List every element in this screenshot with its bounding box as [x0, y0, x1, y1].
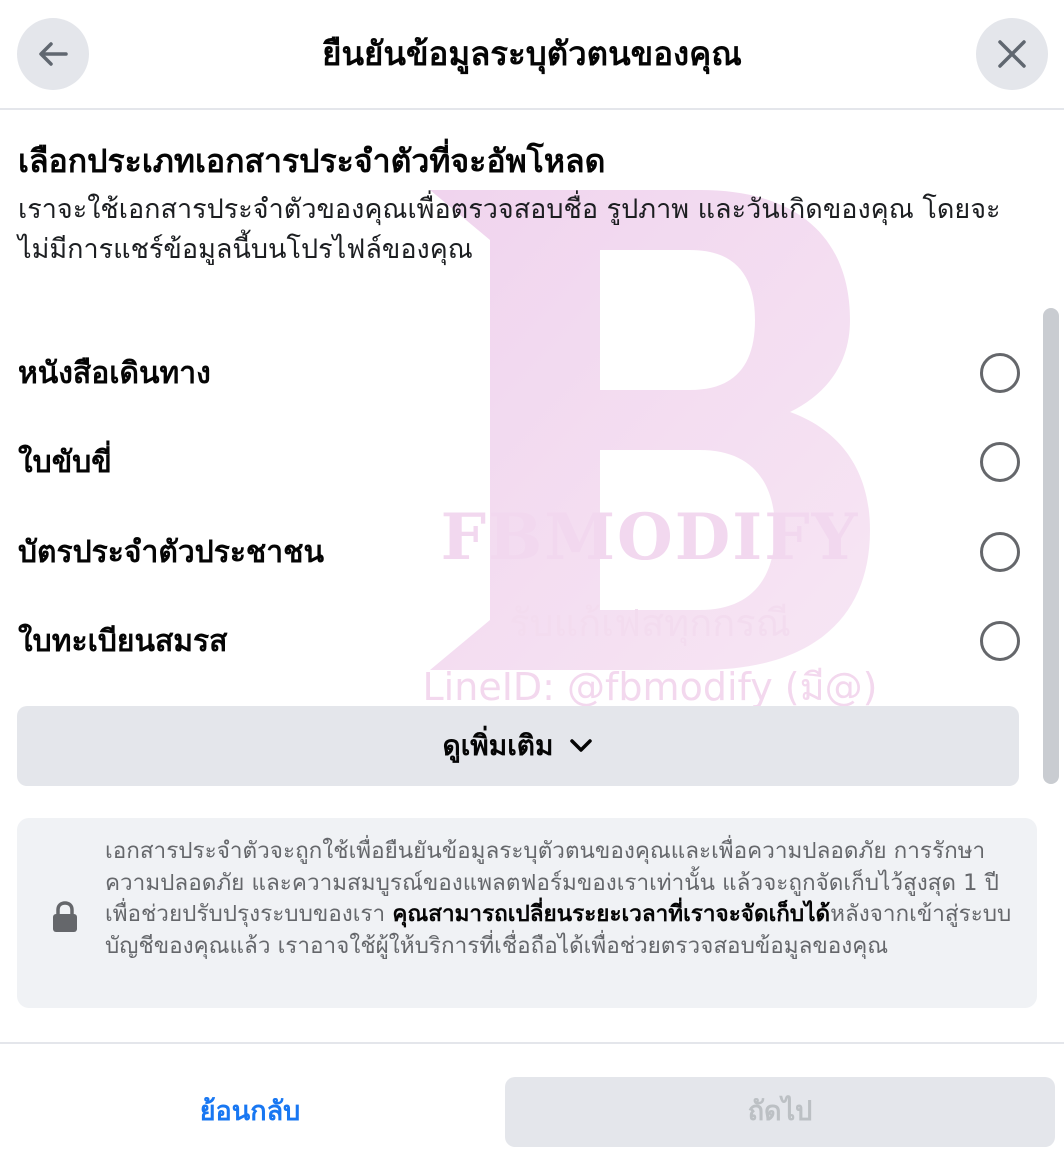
section-description: เราจะใช้เอกสารประจำตัวของคุณเพื่อตรวจสอบ…: [18, 194, 1001, 265]
option-national-id[interactable]: บัตรประจำตัวประชาชน: [0, 514, 1036, 590]
info-text-bold: คุณสามารถเปลี่ยนระยะเวลาที่เราจะจัดเก็บไ…: [392, 901, 831, 927]
radio-button[interactable]: [980, 532, 1020, 572]
radio-button[interactable]: [980, 353, 1020, 393]
verify-identity-page: FBMODIFY รับแก้เฟสทุกกรณี LineID: @fbmod…: [0, 0, 1064, 1172]
header-bar: ยืนยันข้อมูลระบุตัวตนของคุณ: [0, 0, 1064, 110]
close-icon: [998, 40, 1026, 68]
close-button[interactable]: [976, 18, 1048, 90]
option-label: บัตรประจำตัวประชาชน: [18, 534, 325, 570]
radio-button[interactable]: [980, 621, 1020, 661]
footer-divider: [0, 1042, 1064, 1044]
scrollbar-thumb[interactable]: [1043, 308, 1059, 784]
lock-icon: [53, 901, 77, 932]
option-label: หนังสือเดินทาง: [18, 355, 211, 391]
option-label: ใบทะเบียนสมรส: [18, 623, 228, 659]
arrow-left-icon: [39, 42, 68, 66]
privacy-info-box: เอกสารประจำตัวจะถูกใช้เพื่อยืนยันข้อมูลร…: [17, 818, 1037, 1008]
back-link-button[interactable]: ย้อนกลับ: [140, 1084, 360, 1140]
privacy-info-text: เอกสารประจำตัวจะถูกใช้เพื่อยืนยันข้อมูลร…: [105, 836, 1015, 962]
section-title: เลือกประเภทเอกสารประจำตัวที่จะอัพโหลด: [18, 142, 606, 180]
option-marriage-certificate[interactable]: ใบทะเบียนสมรส: [0, 603, 1036, 679]
see-more-label: ดูเพิ่มเติม: [442, 729, 554, 762]
see-more-button[interactable]: ดูเพิ่มเติม: [17, 706, 1019, 786]
radio-button[interactable]: [980, 442, 1020, 482]
option-passport[interactable]: หนังสือเดินทาง: [0, 335, 1036, 411]
next-button[interactable]: ถัดไป: [505, 1077, 1055, 1147]
page-title: ยืนยันข้อมูลระบุตัวตนของคุณ: [322, 34, 742, 73]
option-driver-license[interactable]: ใบขับขี่: [0, 424, 1036, 500]
back-button[interactable]: [17, 18, 89, 90]
option-label: ใบขับขี่: [18, 444, 112, 480]
chevron-down-icon: [570, 739, 593, 752]
